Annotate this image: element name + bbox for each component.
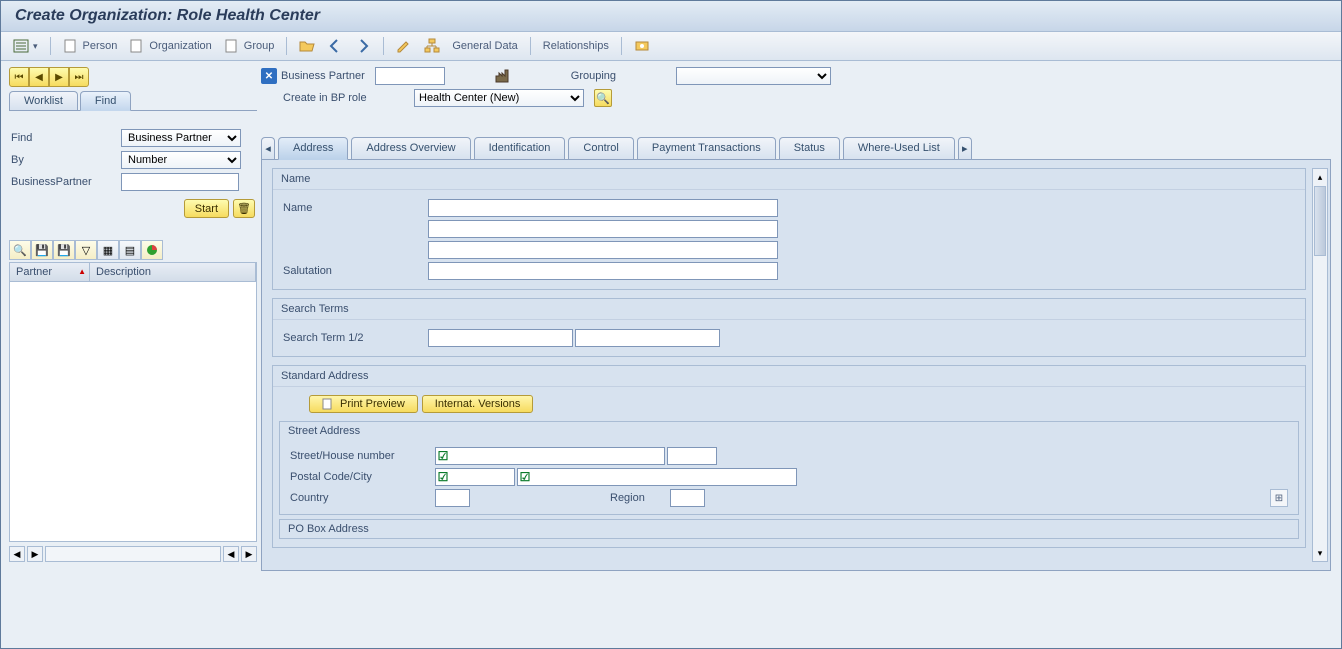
scroll-left2-button[interactable]: ◀ bbox=[223, 546, 239, 562]
street-label: Street/House number bbox=[290, 450, 435, 462]
results-grid: Partner▲ Description bbox=[9, 262, 257, 542]
street-address-title: Street Address bbox=[280, 422, 1298, 440]
scroll-thumb[interactable] bbox=[1314, 186, 1326, 256]
name-label: Name bbox=[283, 202, 428, 214]
group-standard-address: Standard Address Print Preview Internat.… bbox=[272, 365, 1306, 548]
save-layout-icon[interactable]: 💾 bbox=[31, 240, 53, 260]
chart-icon[interactable] bbox=[141, 240, 163, 260]
open-icon[interactable] bbox=[295, 36, 319, 56]
find-label: Find bbox=[11, 132, 121, 144]
save-layout2-icon[interactable]: 💾 bbox=[53, 240, 75, 260]
scroll-right2-button[interactable]: ▶ bbox=[241, 546, 257, 562]
grouping-select[interactable] bbox=[676, 67, 831, 85]
find-select[interactable]: Business Partner bbox=[121, 129, 241, 147]
required-check-icon: ☑ bbox=[436, 470, 450, 484]
sub-pobox-address: PO Box Address bbox=[279, 519, 1299, 539]
group-name-title: Name bbox=[273, 169, 1305, 190]
page-title: Create Organization: Role Health Center bbox=[1, 1, 1341, 32]
tab-scroll-left[interactable]: ◂ bbox=[261, 137, 275, 159]
tab-address-overview[interactable]: Address Overview bbox=[351, 137, 470, 159]
country-input[interactable] bbox=[435, 489, 470, 507]
salutation-input[interactable] bbox=[428, 262, 778, 280]
name-input-3[interactable] bbox=[428, 241, 778, 259]
close-locator-icon[interactable]: ✕ bbox=[261, 68, 277, 84]
edit-icon[interactable] bbox=[392, 36, 416, 56]
house-number-input[interactable] bbox=[667, 447, 717, 465]
internat-versions-button[interactable]: Internat. Versions bbox=[422, 395, 534, 413]
country-label: Country bbox=[290, 492, 435, 504]
group-search-terms: Search Terms Search Term 1/2 bbox=[272, 298, 1306, 357]
grouping-label: Grouping bbox=[571, 70, 616, 82]
left-panel: ⏮ ◀ ▶ ⏭ Worklist Find Find Business Part… bbox=[1, 61, 261, 648]
tab-address[interactable]: Address bbox=[278, 137, 348, 160]
tab-payment-transactions[interactable]: Payment Transactions bbox=[637, 137, 776, 159]
grid-col-partner[interactable]: Partner▲ bbox=[10, 263, 90, 281]
person-button[interactable]: Person bbox=[59, 36, 122, 56]
filter-icon[interactable]: ▽ bbox=[75, 240, 97, 260]
nav-prev-button[interactable]: ◀ bbox=[29, 67, 49, 87]
app-toolbar: ▾ Person Organization Group General Data… bbox=[1, 32, 1341, 61]
tab-identification[interactable]: Identification bbox=[474, 137, 566, 159]
role-detail-button[interactable]: 🔍 bbox=[594, 89, 612, 107]
required-check-icon: ☑ bbox=[436, 449, 450, 463]
postal-label: Postal Code/City bbox=[290, 471, 435, 483]
general-data-button[interactable]: General Data bbox=[448, 38, 521, 54]
tab-scroll-right[interactable]: ▸ bbox=[958, 137, 972, 159]
group-button[interactable]: Group bbox=[220, 36, 279, 56]
back-icon[interactable] bbox=[323, 36, 347, 56]
tab-worklist[interactable]: Worklist bbox=[9, 91, 78, 110]
organization-button[interactable]: Organization bbox=[125, 36, 215, 56]
search-detail-icon[interactable]: 🔍 bbox=[9, 240, 31, 260]
export-icon[interactable]: ▤ bbox=[119, 240, 141, 260]
table-settings-icon[interactable]: ▦ bbox=[97, 240, 119, 260]
tab-find[interactable]: Find bbox=[80, 91, 131, 111]
grid-col-description[interactable]: Description bbox=[90, 263, 256, 281]
nav-last-button[interactable]: ⏭ bbox=[69, 67, 89, 87]
bp-label: Business Partner bbox=[281, 70, 365, 82]
form-scrollbar[interactable]: ▴ ▾ bbox=[1312, 168, 1328, 562]
tab-control[interactable]: Control bbox=[568, 137, 633, 159]
role-select[interactable]: Health Center (New) bbox=[414, 89, 584, 107]
hierarchy-icon[interactable] bbox=[420, 36, 444, 56]
name-input-2[interactable] bbox=[428, 220, 778, 238]
forward-icon[interactable] bbox=[351, 36, 375, 56]
role-label: Create in BP role bbox=[261, 92, 404, 104]
sub-street-address: Street Address Street/House number ☑ Pos… bbox=[279, 421, 1299, 515]
print-preview-button[interactable]: Print Preview bbox=[309, 395, 418, 413]
region-label: Region bbox=[610, 492, 670, 504]
nav-next-button[interactable]: ▶ bbox=[49, 67, 69, 87]
scroll-track[interactable] bbox=[45, 546, 221, 562]
group-search-title: Search Terms bbox=[273, 299, 1305, 320]
search-term-2-input[interactable] bbox=[575, 329, 720, 347]
scroll-down-icon[interactable]: ▾ bbox=[1313, 545, 1327, 561]
scroll-up-icon[interactable]: ▴ bbox=[1313, 169, 1327, 185]
businesspartner-input[interactable] bbox=[121, 173, 239, 191]
right-panel: ✕ Business Partner Grouping Create in BP… bbox=[261, 61, 1341, 648]
group-name: Name Name bbox=[272, 168, 1306, 290]
scroll-left-button[interactable]: ◀ bbox=[9, 546, 25, 562]
search-term-label: Search Term 1/2 bbox=[283, 332, 428, 344]
required-check-icon: ☑ bbox=[518, 470, 532, 484]
tab-where-used[interactable]: Where-Used List bbox=[843, 137, 955, 159]
delete-button[interactable]: 🗑 bbox=[233, 199, 255, 218]
settings-icon[interactable] bbox=[630, 36, 654, 56]
more-fields-icon[interactable]: ⊞ bbox=[1270, 489, 1288, 507]
bp-number-input[interactable] bbox=[375, 67, 445, 85]
name-input-1[interactable] bbox=[428, 199, 778, 217]
start-button[interactable]: Start bbox=[184, 199, 229, 218]
businesspartner-label: BusinessPartner bbox=[11, 176, 121, 188]
salutation-label: Salutation bbox=[283, 265, 428, 277]
by-select[interactable]: Number bbox=[121, 151, 241, 169]
relationships-button[interactable]: Relationships bbox=[539, 38, 613, 54]
nav-first-button[interactable]: ⏮ bbox=[9, 67, 29, 87]
group-address-title: Standard Address bbox=[273, 366, 1305, 387]
menu-button[interactable]: ▾ bbox=[9, 36, 42, 56]
tab-status[interactable]: Status bbox=[779, 137, 840, 159]
pobox-title: PO Box Address bbox=[280, 520, 1298, 538]
factory-icon bbox=[495, 68, 511, 84]
region-input[interactable] bbox=[670, 489, 705, 507]
by-label: By bbox=[11, 154, 121, 166]
scroll-right-button[interactable]: ▶ bbox=[27, 546, 43, 562]
search-term-1-input[interactable] bbox=[428, 329, 573, 347]
